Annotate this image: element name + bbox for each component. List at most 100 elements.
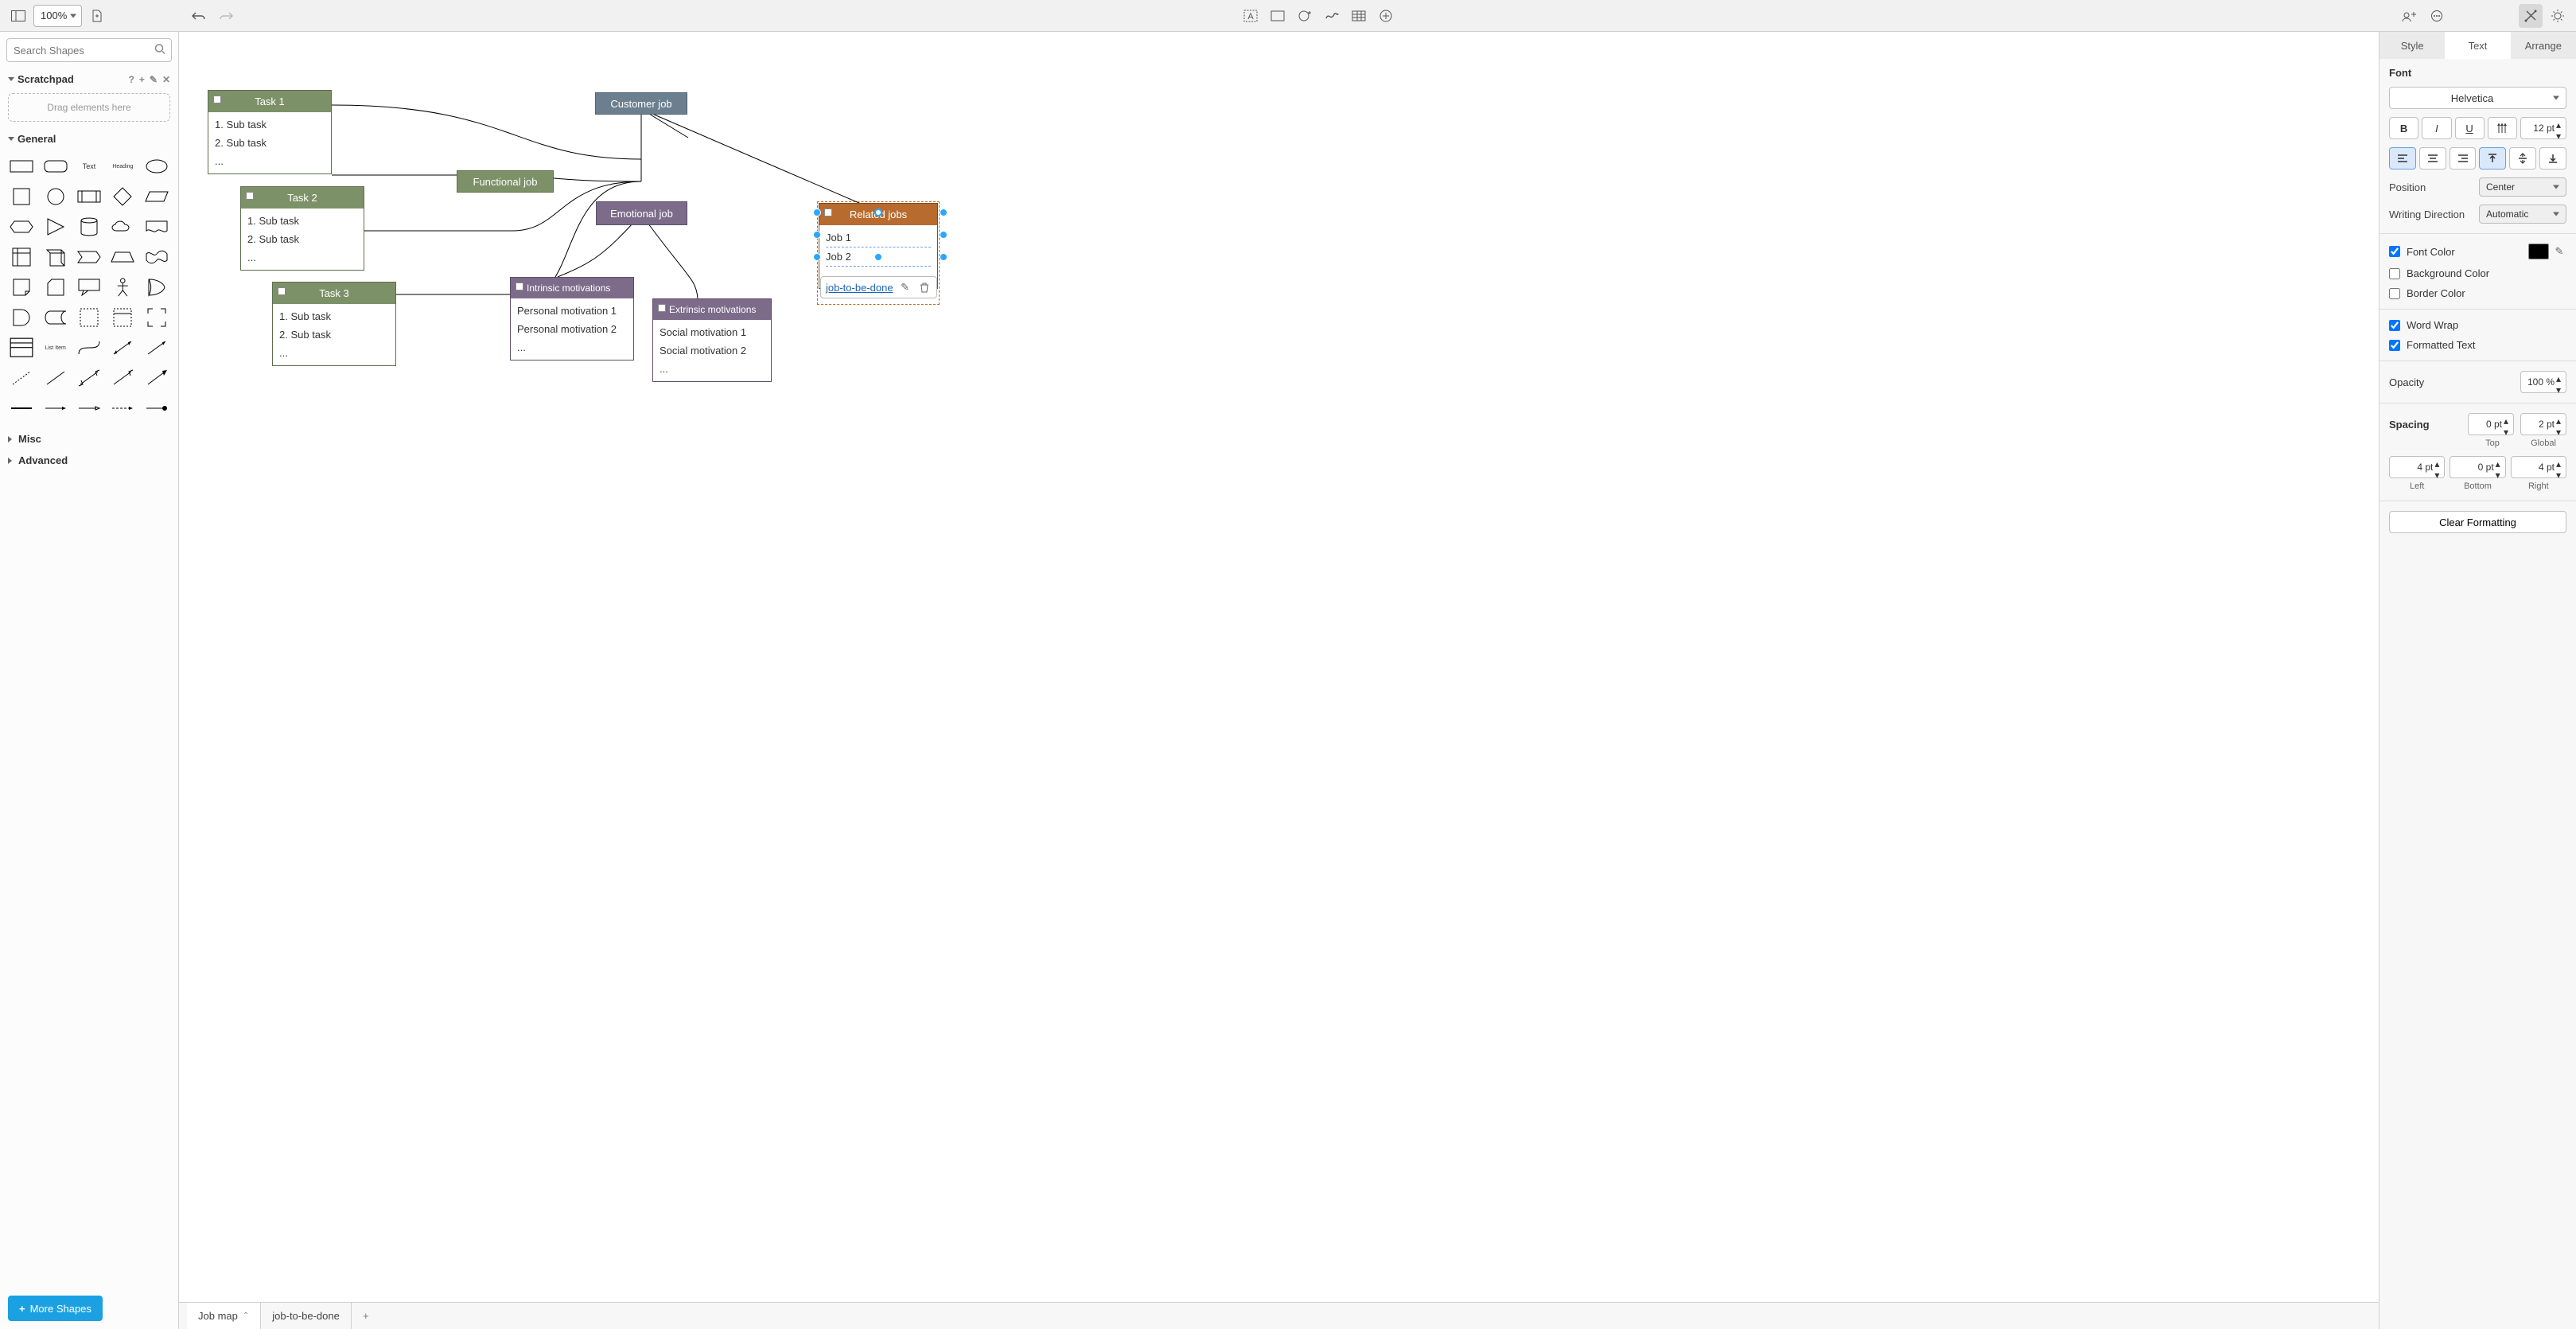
shape-list-item[interactable]: List Item: [40, 334, 70, 361]
shape-dir-line[interactable]: [107, 364, 138, 392]
clear-formatting-button[interactable]: Clear Formatting: [2389, 511, 2566, 533]
collapse-icon[interactable]: [516, 283, 523, 290]
shape-arrow[interactable]: [142, 334, 172, 361]
collapse-icon[interactable]: [658, 304, 666, 312]
scratchpad-header[interactable]: Scratchpad ? + ✎ ✕: [0, 68, 178, 90]
shape-card[interactable]: [40, 274, 70, 301]
shape-filled-arrow[interactable]: [142, 364, 172, 392]
shape-triangle[interactable]: [40, 213, 70, 240]
spacing-top-input[interactable]: 0 pt▴▾: [2468, 413, 2514, 435]
rotate-handle[interactable]: [874, 209, 882, 216]
node-functional-job[interactable]: Functional job: [457, 170, 554, 193]
new-page-icon[interactable]: [85, 4, 109, 28]
edit-link-icon[interactable]: ✎: [898, 280, 912, 294]
valign-middle-button[interactable]: [2509, 147, 2536, 170]
shape-ellipse[interactable]: [142, 153, 172, 180]
node-task-2[interactable]: Task 2 1. Sub task2. Sub task...: [240, 186, 364, 271]
add-page-button[interactable]: +: [352, 1303, 380, 1329]
vertical-text-button[interactable]: [2488, 117, 2517, 139]
scratchpad-dropzone[interactable]: Drag elements here: [8, 93, 170, 122]
search-input[interactable]: [6, 38, 172, 62]
scratchpad-edit-icon[interactable]: ✎: [150, 74, 158, 85]
comment-icon[interactable]: [2425, 4, 2449, 28]
canvas[interactable]: Customer job Functional job Emotional jo…: [179, 32, 2379, 1302]
page-tab-jobmap[interactable]: Job map⌃: [187, 1303, 261, 1329]
font-size-input[interactable]: 12 pt▴▾: [2520, 117, 2566, 139]
bold-button[interactable]: B: [2389, 117, 2418, 139]
resize-handle[interactable]: [940, 253, 948, 261]
spacing-right-input[interactable]: 4 pt▴▾: [2511, 456, 2566, 478]
word-wrap-checkbox[interactable]: [2389, 320, 2400, 331]
valign-bottom-button[interactable]: [2539, 147, 2566, 170]
shape-data-storage[interactable]: [40, 304, 70, 331]
shape-square[interactable]: [6, 183, 37, 210]
node-customer-job[interactable]: Customer job: [595, 92, 687, 115]
resize-handle[interactable]: [940, 209, 948, 216]
formatted-text-checkbox[interactable]: [2389, 340, 2400, 351]
node-task-1[interactable]: Task 1 1. Sub task2. Sub task...: [208, 90, 332, 174]
tab-arrange[interactable]: Arrange: [2511, 32, 2576, 59]
node-task-3[interactable]: Task 3 1. Sub task2. Sub task...: [272, 282, 396, 366]
delete-link-icon[interactable]: [917, 280, 932, 294]
text-tool-icon[interactable]: A: [1239, 4, 1263, 28]
scratchpad-close-icon[interactable]: ✕: [162, 74, 170, 85]
tab-style[interactable]: Style: [2379, 32, 2445, 59]
shape-curve[interactable]: [74, 334, 104, 361]
font-family-select[interactable]: Helvetica: [2389, 87, 2566, 109]
shape-container[interactable]: [74, 304, 104, 331]
shape-bidir-line[interactable]: [74, 364, 104, 392]
shape-link-4[interactable]: [107, 395, 138, 422]
shape-group[interactable]: [142, 304, 172, 331]
shape-cube[interactable]: [40, 244, 70, 271]
resize-handle[interactable]: [813, 231, 821, 239]
shape-callout[interactable]: [74, 274, 104, 301]
shape-link-2[interactable]: [40, 395, 70, 422]
link-editor[interactable]: job-to-be-done ✎: [820, 276, 937, 298]
shape-actor[interactable]: [107, 274, 138, 301]
advanced-section-header[interactable]: Advanced: [0, 450, 178, 471]
stepper-icon[interactable]: ▴▾: [2556, 119, 2564, 137]
shape-diamond[interactable]: [107, 183, 138, 210]
scratchpad-add-icon[interactable]: +: [139, 74, 145, 85]
shape-or[interactable]: [142, 274, 172, 301]
shape-heading[interactable]: Heading: [107, 153, 138, 180]
align-right-button[interactable]: [2450, 147, 2477, 170]
underline-button[interactable]: U: [2455, 117, 2485, 139]
shape-document[interactable]: [142, 213, 172, 240]
shape-hexagon[interactable]: [6, 213, 37, 240]
undo-icon[interactable]: [187, 4, 211, 28]
shape-container2[interactable]: [107, 304, 138, 331]
insert-icon[interactable]: [1374, 4, 1398, 28]
stepper-icon[interactable]: ▴▾: [2556, 373, 2564, 391]
shape-roundrect[interactable]: [40, 153, 70, 180]
rectangle-tool-icon[interactable]: [1266, 4, 1290, 28]
page-tab-jtbd[interactable]: job-to-be-done: [261, 1303, 352, 1329]
shape-text[interactable]: Text: [74, 153, 104, 180]
spacing-global-input[interactable]: 2 pt▴▾: [2520, 413, 2566, 435]
shape-internal-storage[interactable]: [6, 244, 37, 271]
shape-link-1[interactable]: [6, 395, 37, 422]
node-emotional-job[interactable]: Emotional job: [596, 201, 687, 225]
toggle-panels-icon[interactable]: [6, 4, 30, 28]
shape-dashed-line[interactable]: [6, 364, 37, 392]
edit-color-icon[interactable]: ✎: [2552, 244, 2566, 259]
resize-handle[interactable]: [813, 253, 821, 261]
font-color-swatch[interactable]: [2528, 244, 2549, 259]
more-shapes-button[interactable]: +More Shapes: [8, 1296, 103, 1321]
shape-circle[interactable]: [40, 183, 70, 210]
resize-handle[interactable]: [813, 209, 821, 216]
shape-bidir-arrow[interactable]: [107, 334, 138, 361]
zoom-select[interactable]: 100%: [33, 5, 82, 27]
collapse-icon[interactable]: [246, 192, 254, 200]
shape-line[interactable]: [40, 364, 70, 392]
shape-trapezoid[interactable]: [107, 244, 138, 271]
spacing-left-input[interactable]: 4 pt▴▾: [2389, 456, 2445, 478]
node-intrinsic[interactable]: Intrinsic motivations Personal motivatio…: [510, 277, 634, 361]
general-section-header[interactable]: General: [0, 128, 178, 150]
shape-cloud[interactable]: [107, 213, 138, 240]
shape-link-3[interactable]: [74, 395, 104, 422]
position-select[interactable]: Center: [2479, 177, 2566, 197]
ellipse-tool-icon[interactable]: [1293, 4, 1317, 28]
border-color-checkbox[interactable]: [2389, 288, 2400, 299]
spacing-bottom-input[interactable]: 0 pt▴▾: [2450, 456, 2505, 478]
